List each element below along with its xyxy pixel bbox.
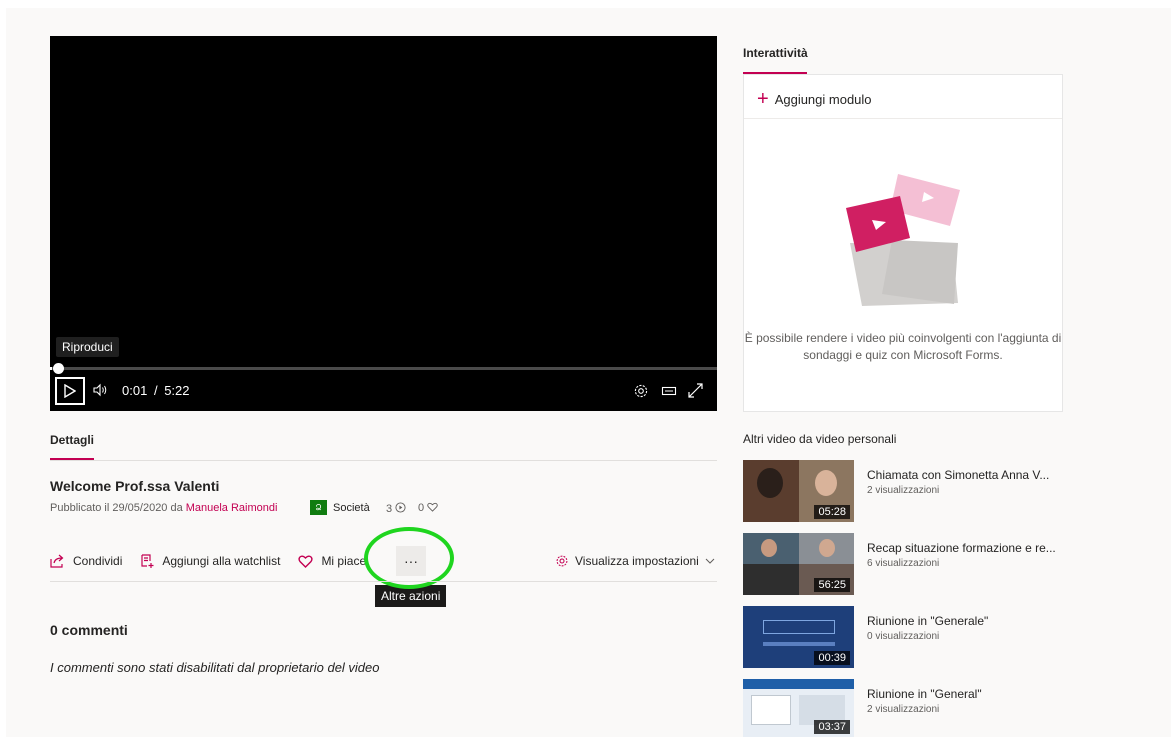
details-divider — [50, 460, 717, 461]
interactivity-empty-text: È possibile rendere i video più coinvolg… — [744, 331, 1062, 362]
watchlist-icon — [141, 554, 154, 568]
video-list-item[interactable]: 00:39 Riunione in "Generale" 0 visualizz… — [743, 606, 1073, 670]
published-info: Pubblicato il 29/05/2020 da Manuela Raim… — [50, 502, 277, 514]
time-display: 0:01 / 5:22 — [122, 383, 190, 398]
add-to-watchlist-button[interactable]: Aggiungi alla watchlist — [140, 554, 280, 568]
video-list-item[interactable]: 05:28 Chiamata con Simonetta Anna V... 2… — [743, 460, 1073, 524]
video-duration: 56:25 — [814, 578, 850, 592]
highlight-circle — [364, 527, 454, 589]
published-prefix: Pubblicato il 29/05/2020 da — [50, 502, 183, 514]
chevron-down-icon — [705, 558, 715, 564]
video-title: Recap situazione formazione e re... — [867, 541, 1056, 555]
video-thumbnail: 05:28 — [743, 460, 854, 522]
watchlist-label: Aggiungi alla watchlist — [162, 554, 281, 568]
tab-interactivity[interactable]: Interattività — [743, 46, 808, 60]
add-module-button[interactable]: + Aggiungi modulo — [757, 88, 872, 110]
progress-fill — [50, 367, 52, 370]
other-videos-title: Altri video da video personali — [743, 432, 897, 446]
volume-icon — [93, 383, 107, 397]
like-button[interactable]: Mi piace — [298, 554, 366, 568]
tab-details[interactable]: Dettagli — [50, 433, 94, 447]
view-settings-label: Visualizza impostazioni — [575, 554, 699, 568]
share-label: Condividi — [73, 554, 123, 568]
video-views: 6 visualizzazioni — [867, 558, 940, 569]
author-link[interactable]: Manuela Raimondi — [186, 502, 278, 514]
interactivity-divider — [744, 118, 1062, 119]
theater-mode-button[interactable] — [661, 383, 677, 404]
fullscreen-button[interactable] — [687, 382, 704, 404]
play-button[interactable] — [55, 377, 85, 405]
video-title: Riunione in "General" — [867, 687, 982, 701]
actions-divider — [50, 581, 717, 582]
video-title: Welcome Prof.ssa Valenti — [50, 478, 220, 494]
video-thumbnail: 03:37 — [743, 679, 854, 737]
play-circle-icon — [395, 502, 406, 513]
fullscreen-icon — [688, 383, 703, 398]
likes-count: 0 — [418, 502, 438, 514]
forms-illustration — [842, 168, 964, 313]
video-title: Riunione in "Generale" — [867, 614, 989, 628]
views-count: 3 — [386, 502, 406, 515]
video-title: Chiamata con Simonetta Anna V... — [867, 468, 1050, 482]
video-thumbnail: 00:39 — [743, 606, 854, 668]
tab-interactivity-underline — [743, 72, 807, 74]
settings-button[interactable] — [633, 383, 649, 404]
view-settings-button[interactable]: Visualizza impostazioni — [555, 554, 715, 568]
like-label: Mi piace — [321, 554, 367, 568]
time-separator: / — [153, 383, 158, 398]
progress-knob[interactable] — [53, 363, 64, 374]
play-icon — [64, 384, 76, 398]
add-module-label: Aggiungi modulo — [774, 91, 872, 107]
tab-details-underline — [50, 458, 94, 460]
video-views: 0 visualizzazioni — [867, 631, 940, 642]
heart-icon — [427, 502, 438, 512]
video-views: 2 visualizzazioni — [867, 485, 940, 496]
video-views: 2 visualizzazioni — [867, 704, 940, 715]
current-time: 0:01 — [122, 383, 148, 398]
volume-button[interactable] — [92, 382, 108, 403]
video-player[interactable] — [50, 36, 717, 411]
share-button[interactable]: Condividi — [50, 554, 122, 568]
theater-mode-icon — [661, 386, 677, 396]
likes-value: 0 — [418, 502, 425, 514]
video-duration: 03:37 — [814, 720, 850, 734]
video-list-item[interactable]: 03:37 Riunione in "General" 2 visualizza… — [743, 679, 1073, 737]
play-tooltip: Riproduci — [56, 337, 119, 357]
video-duration: 05:28 — [814, 505, 850, 519]
plus-icon: + — [757, 88, 769, 110]
heart-icon — [298, 555, 314, 568]
share-icon — [50, 554, 64, 568]
progress-bar[interactable] — [50, 367, 717, 370]
gear-icon — [634, 384, 648, 398]
org-name[interactable]: Società — [333, 502, 370, 514]
video-list-item[interactable]: 56:25 Recap situazione formazione e re..… — [743, 533, 1073, 597]
video-duration: 00:39 — [814, 651, 850, 665]
comments-disabled-note: I commenti sono stati disabilitati dal p… — [50, 660, 380, 675]
action-bar: Condividi Aggiungi alla watchlist Mi pia… — [50, 554, 384, 568]
duration: 5:22 — [164, 383, 190, 398]
org-icon: Ձ — [310, 500, 327, 515]
comments-title: 0 commenti — [50, 622, 128, 638]
views-value: 3 — [386, 503, 393, 515]
gear-icon — [556, 555, 568, 567]
video-thumbnail: 56:25 — [743, 533, 854, 595]
